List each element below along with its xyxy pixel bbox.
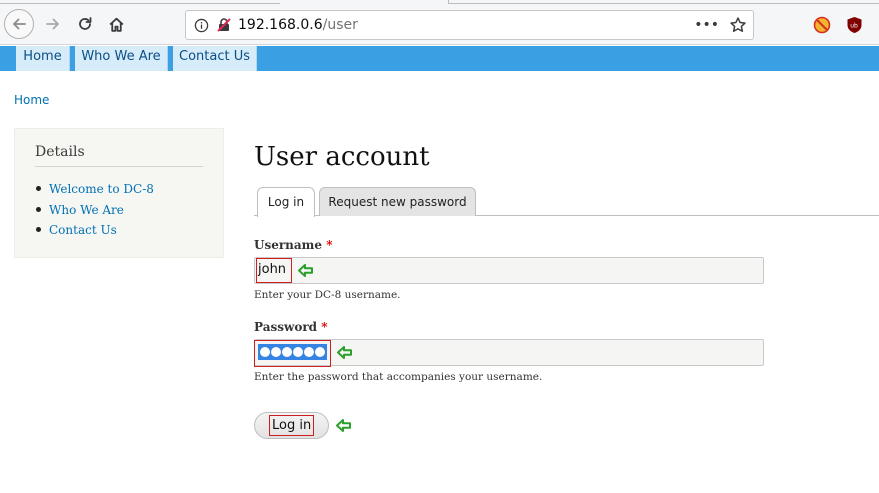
bullet: [36, 186, 41, 191]
green-arrow-left-icon: [298, 264, 313, 277]
home-button[interactable]: [101, 9, 131, 39]
tab-strip-edge: [448, 0, 879, 4]
tab-strip: [0, 0, 879, 5]
sidebar-details-block: Details Welcome to DC-8 Who We Are Conta…: [14, 128, 224, 258]
username-value: john: [258, 262, 287, 277]
site-main-nav: Home Who We Are Contact Us: [0, 46, 879, 71]
nav-item-contact-us[interactable]: Contact Us: [173, 46, 257, 71]
url-bar[interactable]: 192.168.0.6/user •••: [185, 10, 754, 40]
sidebar-item-contact-us[interactable]: Contact Us: [35, 222, 154, 243]
tab-log-in[interactable]: Log in: [257, 187, 315, 217]
password-masked-value: [258, 344, 327, 360]
arrow-left-icon: [13, 18, 26, 30]
sidebar-item-who-we-are[interactable]: Who We Are: [35, 202, 154, 223]
password-dot: [271, 347, 281, 357]
reload-icon: [79, 17, 92, 30]
sidebar-title: Details: [35, 144, 85, 160]
info-icon[interactable]: [194, 18, 209, 33]
svg-text:ub: ub: [850, 23, 858, 30]
password-dot: [293, 347, 303, 357]
extension-icon[interactable]: [813, 16, 831, 34]
insecure-lock-icon[interactable]: [216, 17, 232, 33]
url-text[interactable]: 192.168.0.6/user: [238, 17, 358, 33]
bullet: [36, 206, 41, 212]
nav-item-home[interactable]: Home: [16, 46, 70, 71]
forward-button[interactable]: [38, 9, 68, 39]
sidebar-divider: [35, 166, 203, 167]
password-label: Password *: [254, 320, 328, 334]
required-marker: *: [326, 238, 333, 252]
url-host: 192.168.0.6: [238, 17, 323, 33]
required-marker: *: [321, 320, 328, 334]
browser-toolbar: 192.168.0.6/user ••• ub: [0, 0, 879, 45]
password-dot: [282, 347, 292, 357]
arrow-right-icon: [46, 18, 59, 30]
tab-request-new-password[interactable]: Request new password: [319, 187, 476, 216]
password-dot: [304, 347, 314, 357]
page-actions-icon[interactable]: •••: [694, 17, 719, 33]
password-label-text: Password: [254, 320, 318, 334]
username-label-text: Username: [254, 238, 323, 252]
tab-strip-edge: [0, 0, 280, 4]
sidebar-item-welcome[interactable]: Welcome to DC-8: [35, 181, 154, 202]
log-in-button-label: Log in: [269, 415, 315, 436]
back-button[interactable]: [4, 9, 34, 39]
nav-item-who-we-are[interactable]: Who We Are: [75, 46, 168, 71]
password-dot: [260, 347, 270, 357]
username-input[interactable]: john: [254, 257, 764, 284]
home-icon: [109, 17, 123, 32]
reload-button[interactable]: [70, 9, 100, 39]
sidebar-item-label: Who We Are: [49, 202, 124, 217]
sidebar-item-label: Contact Us: [49, 223, 117, 237]
password-description: Enter the password that accompanies your…: [254, 371, 543, 383]
sidebar-menu: Welcome to DC-8 Who We Are Contact Us: [35, 181, 154, 243]
star-icon[interactable]: [729, 16, 747, 34]
sidebar-item-label: Welcome to DC-8: [49, 182, 154, 196]
username-label: Username *: [254, 238, 332, 252]
green-arrow-left-icon: [337, 346, 352, 359]
ublock-icon[interactable]: ub: [846, 16, 863, 34]
page-title: User account: [254, 142, 430, 172]
breadcrumb-home-link[interactable]: Home: [14, 93, 49, 107]
url-path: /user: [322, 17, 358, 33]
password-dot: [315, 347, 325, 357]
password-input[interactable]: [254, 339, 764, 367]
green-arrow-left-icon: [336, 419, 351, 432]
log-in-button[interactable]: Log in: [254, 412, 329, 439]
username-description: Enter your DC-8 username.: [254, 289, 401, 301]
bullet: [36, 227, 41, 232]
